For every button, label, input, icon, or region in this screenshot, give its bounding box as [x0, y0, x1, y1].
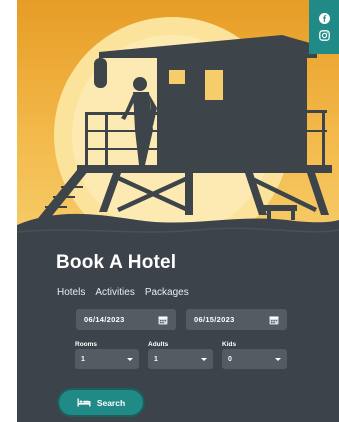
adults-select[interactable]: 1	[148, 349, 213, 369]
rooms-label: Rooms	[75, 341, 98, 348]
checkout-date-field[interactable]: 06/15/2023	[186, 309, 287, 330]
calendar-icon	[158, 316, 168, 324]
instagram-icon[interactable]	[318, 30, 330, 41]
rooms-value: 1	[81, 355, 85, 363]
chevron-down-icon	[275, 357, 281, 361]
tab-packages[interactable]: Packages	[145, 287, 189, 298]
calendar-icon	[269, 316, 279, 324]
tab-activities[interactable]: Activities	[95, 287, 134, 298]
kids-label: Kids	[222, 341, 237, 348]
kids-select[interactable]: 0	[222, 349, 287, 369]
rooms-select[interactable]: 1	[75, 349, 139, 369]
chevron-down-icon	[201, 357, 207, 361]
checkin-date-field[interactable]: 06/14/2023	[76, 309, 176, 330]
adults-value: 1	[154, 355, 158, 363]
tab-hotels[interactable]: Hotels	[57, 287, 85, 298]
adults-label: Adults	[148, 341, 169, 348]
checkout-date-value: 06/15/2023	[194, 315, 235, 324]
chevron-down-icon	[127, 357, 133, 361]
page-title: Book A Hotel	[56, 252, 177, 273]
facebook-icon[interactable]	[318, 13, 330, 24]
booking-type-tabs: Hotels Activities Packages	[57, 287, 189, 298]
bed-icon	[77, 398, 91, 407]
kids-value: 0	[228, 355, 232, 363]
checkin-date-value: 06/14/2023	[84, 315, 125, 324]
lifeguard-tower-hero-image	[17, 0, 339, 245]
search-button[interactable]: Search	[59, 390, 143, 415]
social-links-bar	[309, 0, 339, 54]
search-button-label: Search	[96, 397, 126, 408]
